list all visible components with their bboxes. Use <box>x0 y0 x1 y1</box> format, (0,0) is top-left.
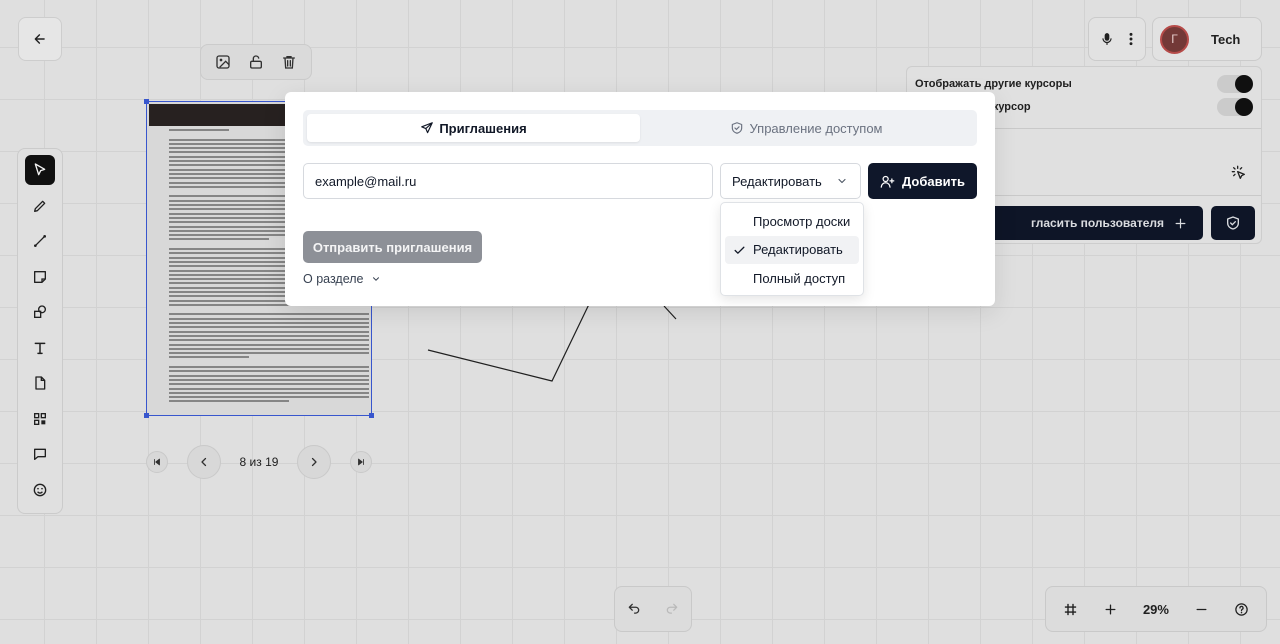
chevron-down-icon <box>838 178 846 184</box>
role-option-edit[interactable]: Редактировать <box>725 235 859 264</box>
check-icon <box>734 246 745 254</box>
role-select-value: Редактировать <box>732 173 822 189</box>
role-option-label: Редактировать <box>753 242 843 258</box>
role-option-full-access[interactable]: Полный доступ <box>725 264 859 293</box>
role-select[interactable]: Редактировать <box>720 163 861 199</box>
role-option-label: Полный доступ <box>753 270 846 286</box>
about-section-label: О разделе <box>303 272 364 286</box>
add-button-label: Добавить <box>902 173 965 189</box>
role-option-view[interactable]: Просмотр доски <box>725 207 859 236</box>
shield-check-icon <box>732 122 743 134</box>
role-dropdown-menu: Просмотр доски Редактировать Полный дост… <box>720 202 864 296</box>
tab-label: Приглашения <box>439 120 527 136</box>
role-option-label: Просмотр доски <box>753 213 851 229</box>
tab-access-management[interactable]: Управление доступом <box>640 114 973 142</box>
dialog-tabs: Приглашения Управление доступом <box>303 110 977 146</box>
chevron-down-icon <box>372 277 379 281</box>
invite-dialog: Приглашения Управление доступом Редактир… <box>285 92 995 306</box>
tab-invitations[interactable]: Приглашения <box>307 114 640 142</box>
user-plus-icon <box>880 175 895 188</box>
email-field[interactable] <box>303 163 713 199</box>
send-icon <box>421 122 434 134</box>
tab-label: Управление доступом <box>749 120 883 136</box>
send-invitations-button[interactable]: Отправить приглашения <box>303 231 482 263</box>
add-button[interactable]: Добавить <box>868 163 977 199</box>
about-section-toggle[interactable]: О разделе <box>303 270 381 288</box>
